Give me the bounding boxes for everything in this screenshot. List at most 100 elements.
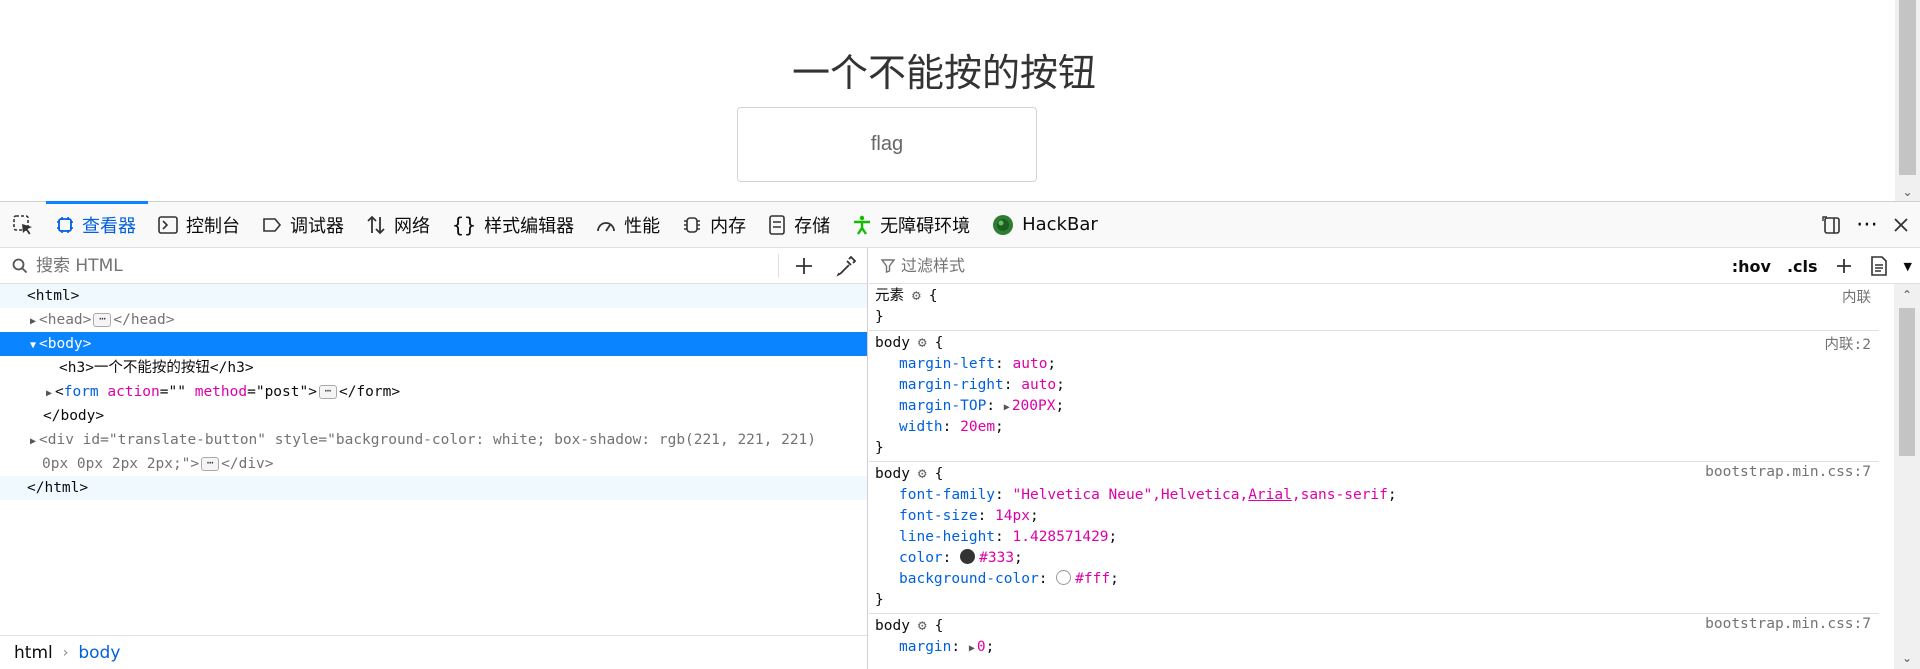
performance-icon (597, 221, 615, 231)
breadcrumb-item-html[interactable]: html (14, 643, 53, 663)
declaration[interactable]: margin-left: auto; (875, 354, 1879, 375)
markup-node-div-cont[interactable]: 0px 0px 2px 2px;"> ⋯ </div> (0, 452, 867, 476)
scroll-up-icon[interactable]: ⌃ (1894, 288, 1920, 302)
element-picker-icon[interactable] (0, 202, 46, 248)
markup-node-body-close[interactable]: </body> (0, 404, 867, 428)
storage-icon (769, 214, 785, 235)
hov-toggle[interactable]: :hov (1732, 257, 1771, 276)
expand-arrow-icon[interactable]: ▶ (969, 638, 975, 659)
tab-network[interactable]: 网络 (356, 202, 442, 248)
tab-label: 性能 (624, 215, 661, 237)
declaration[interactable]: line-height: 1.428571429; (875, 527, 1879, 548)
color-swatch[interactable] (960, 549, 976, 564)
devtools-toolbar: 查看器 控制台 调试器 网络 {} 样式编辑器 性能 内存 存储 无障碍环境 H… (0, 200, 1920, 248)
filter-styles-input[interactable] (899, 255, 1399, 276)
markup-node-h3[interactable]: <h3>一个不能按的按钮</h3> (0, 356, 867, 380)
tab-label: HackBar (1022, 214, 1098, 235)
dropdown-arrow-icon[interactable]: ▼ (1904, 260, 1912, 273)
rules-filter-bar: :hov .cls ▼ (869, 248, 1920, 284)
rule-body-inline: body ⚙{ 内联:2 margin-left: auto; margin-ri… (869, 331, 1879, 462)
declaration[interactable]: background-color: #fff; (875, 569, 1879, 590)
rule-body-bootstrap: body ⚙{ bootstrap.min.css:7 font-family: … (869, 462, 1879, 614)
tab-console[interactable]: 控制台 (148, 202, 252, 248)
markup-node-head[interactable]: ▶ <head> ⋯ </head> (0, 308, 867, 332)
gear-icon[interactable]: ⚙ (918, 616, 927, 637)
declaration[interactable]: font-family: "Helvetica Neue",Helvetica,… (875, 485, 1879, 506)
expand-arrow-icon[interactable]: ▶ (27, 310, 39, 334)
rules-scrollbar[interactable]: ⌃ ⌄ (1894, 284, 1920, 669)
page-scrollbar-thumb[interactable] (1899, 0, 1916, 175)
print-simulation-icon[interactable] (1870, 256, 1888, 276)
breadcrumb: html › body (0, 635, 867, 669)
console-icon (158, 215, 178, 234)
rules-list: 元素 ⚙{ 内联 } body ⚙{ 内联:2 margin-left: auto;… (869, 284, 1879, 660)
markup-node-body[interactable]: ▼ <body> (0, 332, 867, 356)
tab-accessibility[interactable]: 无障碍环境 (842, 202, 982, 248)
rule-selector: body (875, 618, 910, 634)
tab-label: 样式编辑器 (484, 215, 575, 237)
flag-button[interactable]: flag (737, 107, 1037, 182)
more-options-icon[interactable]: ⋯ (1856, 214, 1878, 236)
rule-selector: body (875, 335, 910, 351)
color-swatch[interactable] (1056, 570, 1072, 585)
tab-hackbar[interactable]: HackBar (982, 202, 1110, 248)
breadcrumb-item-body[interactable]: body (78, 643, 120, 663)
declaration[interactable]: color: #333; (875, 548, 1879, 569)
search-icon (12, 258, 28, 273)
declaration[interactable]: font-size: 14px; (875, 506, 1879, 527)
memory-icon (684, 216, 701, 233)
collapse-arrow-icon[interactable]: ▼ (27, 334, 39, 358)
tab-label: 控制台 (186, 215, 240, 237)
expand-arrow-icon[interactable]: ▶ (1004, 397, 1010, 418)
rule-selector: 元素 (875, 288, 904, 304)
tab-memory[interactable]: 内存 (672, 202, 758, 248)
rule-source[interactable]: 内联 (1842, 286, 1871, 307)
tab-inspector[interactable]: 查看器 (46, 200, 148, 248)
rule-source[interactable]: bootstrap.min.css:7 (1705, 616, 1871, 632)
declaration[interactable]: margin-right: auto; (875, 375, 1879, 396)
markup-node-div[interactable]: ▶ <div id="translate-button" style="backg… (0, 428, 867, 452)
collapsed-ellipsis-icon[interactable]: ⋯ (318, 385, 337, 399)
collapsed-ellipsis-icon[interactable]: ⋯ (93, 313, 112, 327)
close-icon[interactable] (1892, 216, 1910, 234)
collapsed-ellipsis-icon[interactable]: ⋯ (201, 457, 220, 471)
markup-tree: <html> ▶ <head> ⋯ </head> ▼ <body> <h3>一个不能按… (0, 284, 867, 500)
gear-icon[interactable]: ⚙ (918, 333, 927, 354)
cls-toggle[interactable]: .cls (1787, 257, 1818, 276)
style-editor-icon: {} (452, 212, 477, 237)
accessibility-icon (854, 215, 871, 235)
declaration[interactable]: margin-TOP: ▶ 200PX; (875, 396, 1879, 417)
rule-source[interactable]: bootstrap.min.css:7 (1705, 464, 1871, 480)
scroll-down-icon[interactable]: ⌄ (1895, 185, 1920, 199)
add-rule-icon[interactable] (1834, 256, 1854, 276)
search-html-input[interactable] (34, 254, 774, 277)
tab-style-editor[interactable]: {} 样式编辑器 (442, 202, 586, 248)
expand-arrow-icon[interactable]: ▶ (27, 430, 39, 454)
markup-node-html[interactable]: <html> (0, 284, 867, 308)
rule-element: 元素 ⚙{ 内联 } (869, 284, 1879, 331)
tab-performance[interactable]: 性能 (586, 202, 672, 248)
markup-node-form[interactable]: ▶ <form action="" method="post"> ⋯ </form> (0, 380, 867, 404)
hackbar-icon (993, 214, 1014, 235)
rules-scrollbar-thumb[interactable] (1899, 308, 1915, 456)
dock-side-icon[interactable] (1822, 215, 1842, 235)
declaration[interactable]: margin: ▶ 0; (875, 637, 1879, 658)
filter-icon (881, 258, 895, 273)
rules-panel: :hov .cls ▼ 元素⚙{ 内联 } body⚙{ 内联:2 margin… (869, 248, 1920, 669)
eyedropper-icon[interactable] (832, 252, 860, 280)
tab-storage[interactable]: 存储 (758, 202, 842, 248)
scroll-down-icon[interactable]: ⌄ (1894, 651, 1920, 665)
markup-search-bar (0, 248, 867, 284)
rule-source[interactable]: 内联:2 (1825, 333, 1871, 354)
tab-label: 无障碍环境 (880, 215, 971, 237)
page-scrollbar[interactable]: ⌄ (1895, 0, 1920, 201)
tab-debugger[interactable]: 调试器 (252, 202, 356, 248)
expand-arrow-icon[interactable]: ▶ (43, 382, 55, 406)
add-node-icon[interactable] (790, 252, 818, 280)
toolbar-divider (778, 254, 779, 278)
gear-icon[interactable]: ⚙ (918, 464, 927, 485)
declaration[interactable]: width: 20em; (875, 417, 1879, 438)
gear-icon[interactable]: ⚙ (912, 286, 921, 307)
tab-label: 调试器 (290, 215, 344, 237)
markup-node-html-close[interactable]: </html> (0, 476, 867, 500)
